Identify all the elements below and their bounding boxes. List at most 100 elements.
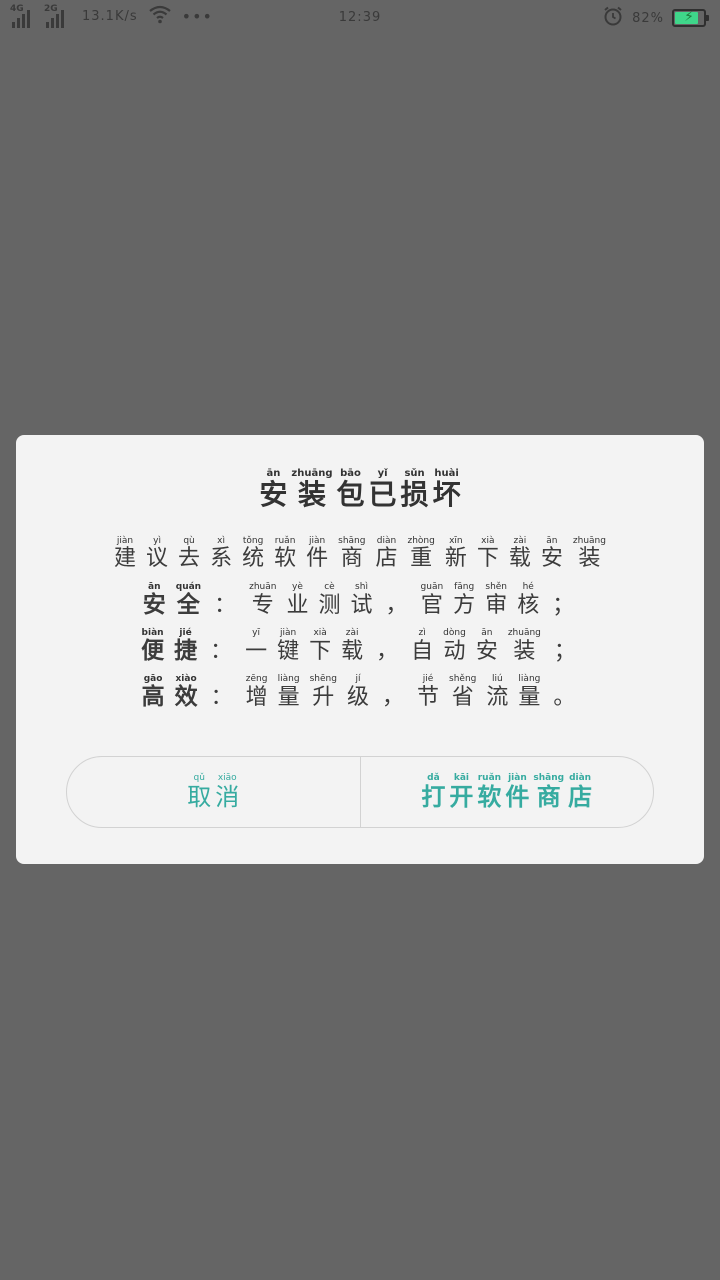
message-line: 便biàn捷jié： 一yī键jiàn下xià载zài， 自zì动dòng安ān装z… [0,628,720,674]
title-char: 已yǐ [369,468,397,513]
message-char: 统tǒng [242,536,264,571]
pinyin: tǒng [242,536,265,546]
pinyin: qǔ [187,772,212,783]
pinyin: ān [259,468,288,479]
message-char: 审shěn [485,582,508,618]
message-line: 建jiàn议yì去qù系xì统tǒng软ruǎn件jiàn商shāng店diàn… [0,536,720,582]
message-char: 安ān [475,628,498,664]
punctuation: ， [385,593,408,618]
punctuation: ： [210,639,233,664]
hanzi: 新 [444,546,467,571]
pinyin: kāi [449,772,474,783]
punctuation: ； [552,593,575,618]
hanzi: 审 [485,593,508,618]
message-char: 议yì [146,536,169,571]
hanzi: 店 [375,546,398,571]
hanzi: 安 [475,639,498,664]
message-char: 商shāng [338,536,365,571]
hanzi: 级 [346,685,369,710]
hanzi: 重 [407,546,435,571]
message-char: 流liú [486,674,509,710]
hanzi: 量 [277,685,300,710]
hanzi: 载 [341,639,364,664]
message-char: 装zhuāng [507,628,541,664]
message-char: 去qù [178,536,200,571]
hanzi: 升 [309,685,337,710]
message-line: 高gāo效xiào： 增zēng量liàng升shēng级jí， 节jié省shěn… [0,674,720,720]
hanzi: 业 [286,593,309,618]
message-char: 级jí [346,674,369,710]
hanzi: 软 [274,546,297,571]
hanzi: 键 [277,639,300,664]
hanzi: 装 [291,478,333,511]
pinyin: shěn [485,582,508,592]
pinyin: hé [517,582,540,592]
hanzi: 效 [174,684,198,710]
pinyin: cè [318,582,341,592]
hanzi: 高 [141,684,165,710]
punctuation: ， [381,685,404,710]
open-store-button-char: 开kāi [449,773,473,812]
hanzi: 官 [420,593,444,618]
message-char: 店diàn [375,536,398,571]
pinyin: jiàn [306,536,329,546]
hanzi: 核 [517,593,540,618]
message-char: 建jiàn [114,536,137,571]
hanzi: 议 [146,546,169,571]
punctuation: 。 [553,685,576,710]
pinyin: shāng [533,772,565,783]
pinyin: jí [346,674,369,684]
pinyin: dǎ [421,772,446,783]
message-char: 重zhòng [407,536,435,571]
pinyin: zhuāng [572,536,606,546]
message-char: 装zhuāng [573,536,606,571]
pinyin: ruǎn [477,772,502,783]
title-char: 包bāo [337,468,365,513]
pinyin: ān [142,582,166,592]
message-line: 安ān 全quán ： 专zhuān 业yè 测cè 试shì ， 官guān 方fāng 审shě… [0,582,720,628]
message-char: 官guān [420,582,444,618]
message-char: 专zhuān [249,582,276,618]
hanzi: 流 [486,685,509,710]
hanzi: 开 [449,782,474,811]
cancel-button-char: 消xiāo [215,773,239,812]
message-char: 新xīn [444,536,467,571]
pinyin: jiàn [505,772,530,783]
punctuation: ， [376,639,399,664]
hanzi: 一 [245,639,268,664]
cancel-button[interactable]: 取qǔ 消xiāo [67,757,360,827]
pinyin: xì [210,536,233,546]
pinyin: quán [175,582,202,592]
pinyin: ān [475,628,498,638]
message-char: 捷jié [174,628,197,664]
hanzi: 节 [417,685,440,710]
alarm-icon [602,5,624,31]
open-store-button-char: 件jiàn [505,773,529,812]
pinyin: biàn [141,628,165,638]
pinyin: jiàn [277,628,300,638]
message-char: 安ān [143,582,166,618]
hanzi: 安 [259,478,288,511]
hanzi: 增 [245,685,268,710]
open-app-store-button[interactable]: 打dǎ 开kāi 软ruǎn 件jiàn 商shāng 店diàn [359,757,654,827]
message-char: 自zì [411,628,434,664]
pinyin: sǔn [400,468,429,479]
pinyin: yǐ [368,468,397,479]
pinyin: shì [350,582,373,592]
title-char: 坏huài [433,468,461,513]
hanzi: 建 [114,546,137,571]
pinyin: guān [420,582,444,592]
status-bar: 4G 2G 13.1K/s ••• 12:39 82% ⚡ [0,0,720,36]
message-char: 核hé [517,582,540,618]
pinyin: xià [476,536,499,546]
pinyin: ruǎn [274,536,297,546]
message-char: 载zài [509,536,531,571]
pinyin: huài [432,468,461,479]
hanzi: 自 [411,639,434,664]
hanzi: 装 [507,639,541,664]
pinyin: yè [286,582,309,592]
pinyin: qù [178,536,201,546]
pinyin: xiào [174,674,198,684]
hanzi: 坏 [432,478,461,511]
pinyin: zhuāng [291,468,333,479]
